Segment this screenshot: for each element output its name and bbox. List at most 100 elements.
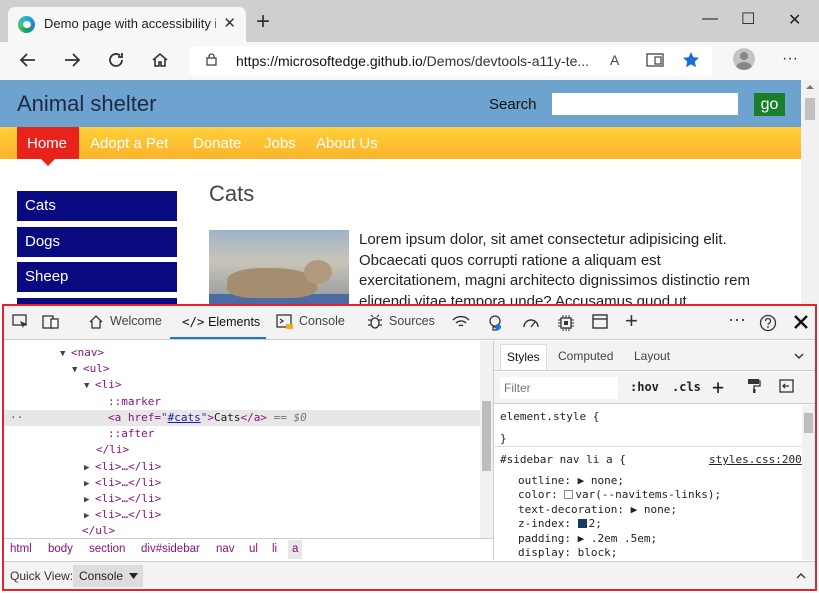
css-declaration-text-decoration[interactable]: text-decoration: ▶ none; [518,502,677,517]
tab-welcome[interactable]: Welcome [110,314,162,328]
new-tab-button[interactable]: + [256,10,270,34]
css-declaration-outline[interactable]: outline: ▶ none; [518,473,624,488]
expand-triangle-icon: ▶ [630,503,638,516]
go-button[interactable]: go [754,93,785,116]
customize-more-icon[interactable]: ··· [728,310,746,328]
application-chip-icon[interactable] [557,314,575,336]
read-aloud-icon[interactable]: A [610,52,619,68]
tab-computed[interactable]: Computed [558,349,613,363]
dom-node-li[interactable]: ▼ <li> [84,377,122,393]
sources-bug-icon [366,314,384,334]
dom-node-li-collapsed[interactable]: ▶ <li>…</li> [84,507,161,523]
refresh-icon[interactable] [106,50,126,75]
dom-node-a-selected[interactable]: ·· <a href="#cats">Cats</a> == $0 [4,410,480,426]
menu-item-about[interactable]: About Us [316,135,378,152]
lock-icon [206,53,217,66]
breadcrumb-nav[interactable]: nav [216,543,235,555]
breadcrumb-div-sidebar[interactable]: div#sidebar [141,543,200,555]
filter-input[interactable] [500,377,618,399]
styles-scrollbar[interactable] [802,405,815,560]
dom-node-li-collapsed[interactable]: ▶ <li>…</li> [84,491,161,507]
main-menu: Home Adopt a Pet Donate Jobs About Us [0,127,801,166]
menu-item-home[interactable]: Home [17,127,79,166]
sidebar-item-dogs[interactable]: Dogs [17,227,177,257]
browser-window-icon[interactable] [592,314,609,334]
dom-node-li-collapsed[interactable]: ▶ <li>…</li> [84,459,161,475]
quick-view-select[interactable]: Console [73,565,143,587]
tab-sources[interactable]: Sources [389,314,435,328]
inspect-icon[interactable] [12,314,29,334]
home-icon[interactable] [150,50,170,75]
forward-arrow-icon[interactable] [62,50,82,75]
memory-gauge-icon[interactable] [522,314,540,334]
tab-strip: Demo page with accessibility issu ✕ + — … [0,0,819,42]
styles-filter-bar: :hov .cls + [494,372,815,404]
tab-layout[interactable]: Layout [634,349,670,363]
rule-selector[interactable]: #sidebar nav li a { [500,452,626,467]
breadcrumb-body[interactable]: body [48,543,73,555]
tab-console[interactable]: Console [299,314,345,328]
search-input[interactable] [552,93,738,115]
dom-tree[interactable]: ▼ <nav> ▼ <ul> ▼ <li> ::marker ·· <a href="… [4,341,480,538]
dom-node-li-collapsed[interactable]: ▶ <li>…</li> [84,475,161,491]
device-emulation-icon[interactable] [42,314,60,334]
hov-button[interactable]: :hov [630,380,659,394]
rule-source-link[interactable]: styles.css:200 [709,452,802,467]
settings-more-icon[interactable]: ··· [782,49,798,69]
help-icon[interactable] [759,314,777,336]
tab-elements[interactable]: </> Elements [182,314,260,329]
css-rules[interactable]: element.style { } #sidebar nav li a { st… [494,405,802,560]
scroll-up-icon[interactable] [806,84,814,90]
breadcrumb-li[interactable]: li [272,543,277,555]
cat-image [209,230,349,304]
performance-bulb-icon[interactable] [487,314,503,336]
menu-item-jobs[interactable]: Jobs [264,135,296,152]
breadcrumb-section[interactable]: section [89,543,125,555]
breadcrumb-html[interactable]: html [10,543,32,555]
app-available-icon[interactable] [646,52,664,71]
breadcrumb: html body section div#sidebar nav ul li … [4,538,493,560]
color-swatch-icon [564,490,574,499]
browser-tab[interactable]: Demo page with accessibility issu ✕ [8,7,246,42]
sidebar-item-sheep[interactable]: Sheep [17,262,177,292]
console-icon [276,314,294,334]
favorite-star-icon[interactable] [682,51,700,72]
dom-node-nav[interactable]: ▼ <nav> [60,345,104,361]
dom-pseudo-after[interactable]: ::after [108,426,154,442]
dom-pseudo-marker[interactable]: ::marker [108,394,161,410]
profile-avatar[interactable] [733,48,755,70]
new-rule-plus-icon[interactable]: + [712,375,724,399]
back-arrow-icon[interactable] [18,50,38,75]
edge-logo-icon [18,16,35,33]
dom-node-li-close[interactable]: </li> [96,442,129,458]
css-declaration-color[interactable]: color: var(--navitems-links); [518,487,721,502]
breadcrumb-a[interactable]: a [288,540,303,559]
chevron-up-icon[interactable] [796,572,806,579]
tab-close-icon[interactable]: ✕ [223,14,236,32]
toggle-sidebar-icon[interactable] [779,379,794,396]
element-style-selector[interactable]: element.style { [500,409,599,424]
network-wifi-icon[interactable] [452,314,470,334]
css-declaration-z-index[interactable]: z-index: 2; [518,516,602,531]
maximize-button[interactable]: ☐ [741,9,755,29]
expand-triangle-icon: ▶ [577,474,585,487]
sidebar-item-cats[interactable]: Cats [17,191,177,221]
css-declaration-display[interactable]: display: block; [518,545,617,560]
dom-node-ul-close[interactable]: </ul> [82,523,115,539]
css-declaration-padding[interactable]: padding: ▶ .2em .5em; [518,531,657,546]
menu-item-adopt[interactable]: Adopt a Pet [90,135,168,152]
dom-node-ul[interactable]: ▼ <ul> [72,361,110,377]
tab-styles[interactable]: Styles [500,344,547,370]
dom-scrollbar[interactable] [480,341,493,538]
address-bar[interactable]: https://microsoftedge.github.io/Demos/de… [190,46,712,76]
paint-roller-icon[interactable] [747,378,761,397]
page-scrollbar[interactable] [801,80,819,304]
cls-button[interactable]: .cls [672,380,701,394]
window-close-button[interactable]: ✕ [788,10,801,30]
menu-item-donate[interactable]: Donate [193,135,241,152]
minimize-button[interactable]: — [702,10,718,28]
close-devtools-icon[interactable] [793,314,809,334]
chevron-down-icon[interactable] [794,353,804,360]
breadcrumb-ul[interactable]: ul [249,543,258,555]
more-tools-plus-icon[interactable]: + [625,310,638,332]
